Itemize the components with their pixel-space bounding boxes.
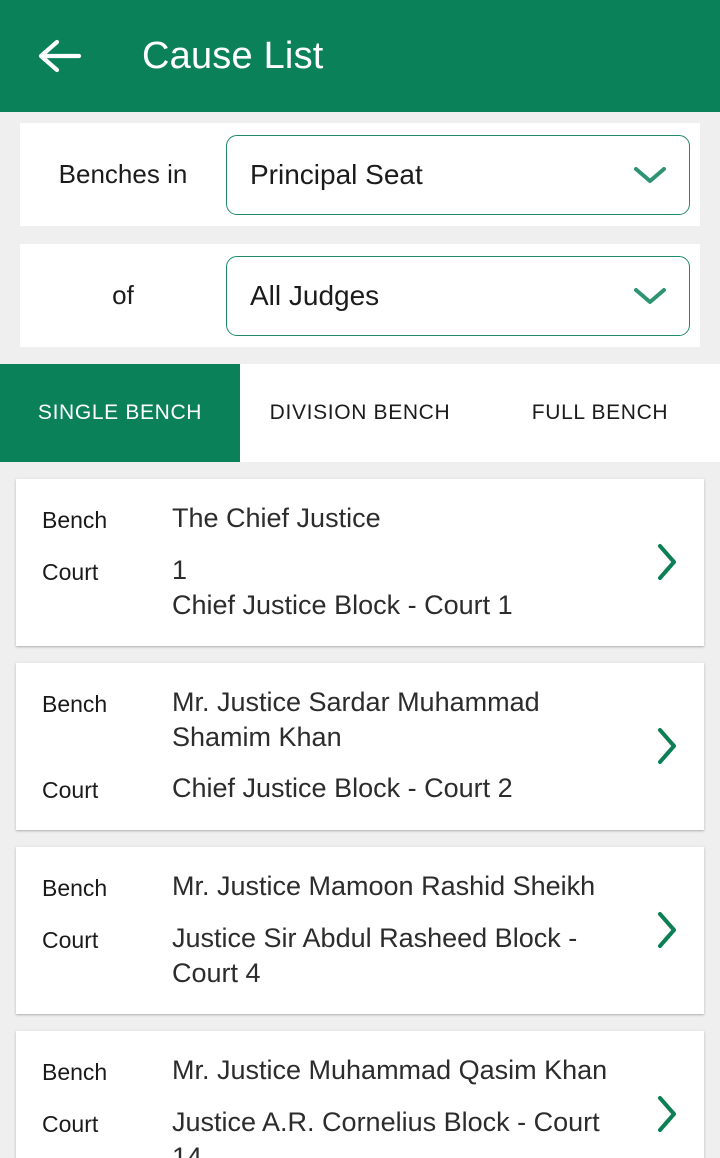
chevron-right-icon[interactable]: [630, 726, 704, 766]
court-value: 1 Chief Justice Block - Court 1: [172, 553, 622, 622]
chevron-right-icon[interactable]: [630, 542, 704, 582]
chevron-right-icon[interactable]: [630, 1094, 704, 1134]
list-item[interactable]: Bench The Chief Justice Court 1 Chief Ju…: [16, 479, 704, 647]
filter-label-of: of: [112, 280, 134, 310]
bench-value: The Chief Justice: [172, 503, 381, 533]
list-item-body: Bench Mr. Justice Sardar Muhammad Shamim…: [16, 685, 630, 806]
filter-row-benches-in: Benches in Principal Seat: [20, 123, 700, 226]
judges-select[interactable]: All Judges: [226, 255, 690, 336]
court-location: Chief Justice Block - Court 1: [172, 589, 513, 620]
tab-full-bench-label: FULL BENCH: [531, 401, 669, 424]
court-line: Court Justice A.R. Cornelius Block - Cou…: [42, 1105, 622, 1158]
list-item[interactable]: Bench Mr. Justice Sardar Muhammad Shamim…: [16, 663, 704, 831]
bench-value: Mr. Justice Mamoon Rashid Sheikh: [172, 871, 596, 902]
bench-label: Bench: [42, 507, 108, 533]
court-label: Court: [42, 559, 99, 586]
court-label: Court: [42, 777, 99, 804]
bench-list: Bench The Chief Justice Court 1 Chief Ju…: [0, 462, 720, 1158]
bench-line: Bench Mr. Justice Muhammad Qasim Khan: [42, 1053, 622, 1088]
list-item[interactable]: Bench Mr. Justice Muhammad Qasim Khan Co…: [16, 1031, 704, 1158]
court-value: Justice Sir Abdul Rasheed Block - Court …: [172, 923, 578, 988]
filter-row-of: of All Judges: [20, 244, 700, 347]
tab-full-bench[interactable]: FULL BENCH: [480, 364, 720, 462]
tab-division-bench[interactable]: DIVISION BENCH: [240, 364, 480, 462]
benches-in-value: Principal Seat: [250, 158, 423, 190]
court-number: 1: [172, 555, 188, 586]
chevron-right-icon[interactable]: [630, 910, 704, 950]
benches-in-select[interactable]: Principal Seat: [226, 134, 690, 215]
tab-division-bench-label: DIVISION BENCH: [269, 401, 451, 424]
bench-label: Bench: [42, 691, 108, 718]
cause-list-screen: Cause List Benches in Principal Seat of …: [0, 0, 720, 1158]
bench-type-tabs: SINGLE BENCH DIVISION BENCH FULL BENCH: [0, 364, 720, 462]
arrow-left-icon: [38, 39, 82, 73]
judges-value: All Judges: [250, 279, 380, 311]
bench-line: Bench Mr. Justice Mamoon Rashid Sheikh: [42, 869, 622, 904]
court-label: Court: [42, 1111, 99, 1138]
bench-value: Mr. Justice Muhammad Qasim Khan: [172, 1055, 608, 1086]
list-item-body: Bench Mr. Justice Muhammad Qasim Khan Co…: [16, 1053, 630, 1158]
bench-value: Mr. Justice Sardar Muhammad Shamim Khan: [172, 687, 540, 752]
court-line: Court Chief Justice Block - Court 2: [42, 771, 622, 806]
filter-section: Benches in Principal Seat of All Judges: [0, 112, 720, 347]
app-bar: Cause List: [0, 0, 720, 112]
court-line: Court Justice Sir Abdul Rasheed Block - …: [42, 921, 622, 990]
court-value: Justice A.R. Cornelius Block - Court 14: [172, 1107, 600, 1158]
bench-label: Bench: [42, 1059, 108, 1086]
tab-single-bench[interactable]: SINGLE BENCH: [0, 364, 240, 462]
back-button[interactable]: [34, 30, 86, 82]
court-value: Chief Justice Block - Court 2: [172, 773, 513, 804]
filter-label-benches-in: Benches in: [58, 159, 188, 189]
court-label: Court: [42, 927, 99, 954]
bench-label: Bench: [42, 875, 108, 902]
chevron-down-icon: [633, 158, 667, 192]
bench-line: Bench The Chief Justice: [42, 501, 622, 536]
court-line: Court 1 Chief Justice Block - Court 1: [42, 553, 622, 622]
list-item[interactable]: Bench Mr. Justice Mamoon Rashid Sheikh C…: [16, 847, 704, 1015]
chevron-down-icon: [633, 279, 667, 313]
tab-single-bench-label: SINGLE BENCH: [37, 401, 203, 424]
list-item-body: Bench The Chief Justice Court 1 Chief Ju…: [16, 501, 630, 622]
page-title: Cause List: [142, 34, 324, 77]
list-item-body: Bench Mr. Justice Mamoon Rashid Sheikh C…: [16, 869, 630, 990]
bench-line: Bench Mr. Justice Sardar Muhammad Shamim…: [42, 685, 622, 754]
